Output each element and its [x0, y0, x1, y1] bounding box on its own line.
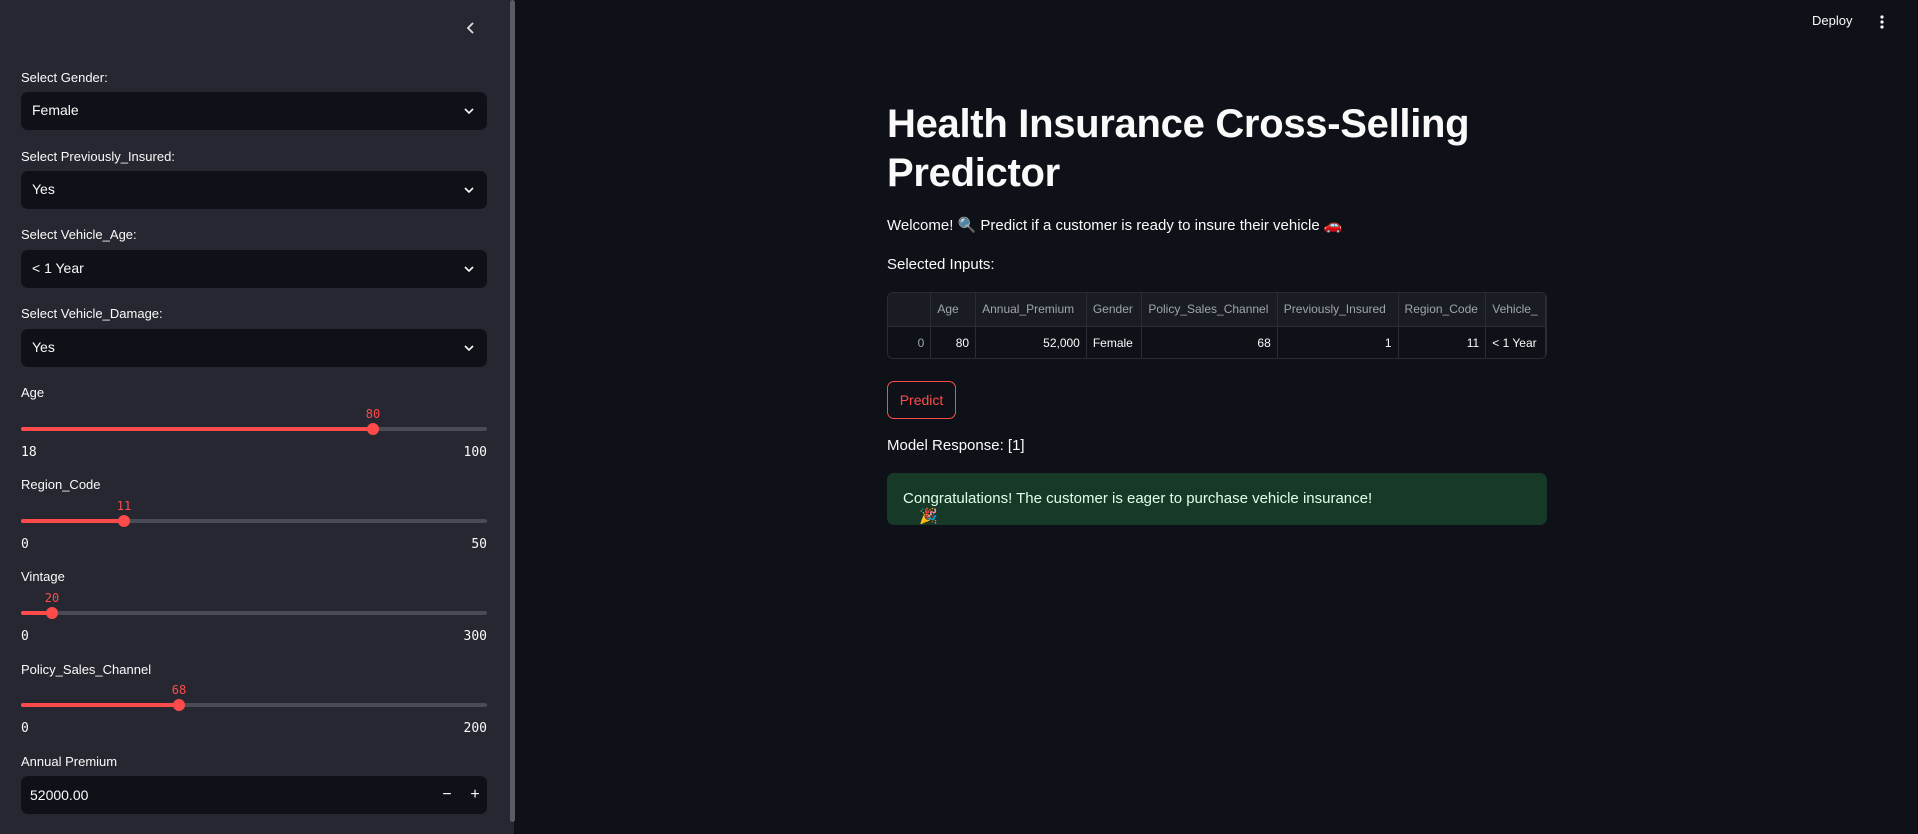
- slider-track: [21, 611, 487, 615]
- column-header[interactable]: Vehicle_: [1485, 293, 1546, 327]
- slider-fill: [21, 519, 124, 523]
- vehicle-age-value: < 1 Year: [32, 260, 84, 276]
- slider-min: 18: [21, 445, 37, 460]
- table-cell: Female: [1086, 326, 1143, 358]
- table-cell: 68: [1141, 326, 1278, 358]
- predict-button[interactable]: Predict: [887, 381, 956, 419]
- slider-thumb[interactable]: [173, 699, 185, 711]
- slider-thumb[interactable]: [118, 515, 130, 527]
- more-options-icon[interactable]: [1877, 14, 1887, 32]
- age-slider[interactable]: 80 18 100: [21, 403, 487, 463]
- chevron-down-icon: [464, 345, 474, 352]
- region-code-slider[interactable]: 11 0 50: [21, 495, 487, 555]
- slider-value: 11: [116, 499, 132, 513]
- annual-premium-field: − +: [21, 776, 487, 814]
- success-message: Congratulations! The customer is eager t…: [903, 490, 1373, 507]
- previously-insured-select[interactable]: Yes: [21, 171, 487, 209]
- table-cell: 0: [888, 326, 932, 358]
- vehicle-age-label: Select Vehicle_Age:: [21, 227, 137, 242]
- annual-premium-label: Annual Premium: [21, 754, 118, 769]
- column-header[interactable]: Gender: [1086, 293, 1143, 327]
- slider-max: 100: [463, 445, 487, 460]
- column-header[interactable]: Age: [930, 293, 977, 327]
- gender-label: Select Gender:: [21, 70, 108, 85]
- slider-min: 0: [21, 629, 29, 644]
- page-title: Health Insurance Cross-Selling Predictor: [887, 102, 1470, 195]
- chevron-down-icon: [464, 187, 474, 194]
- column-header[interactable]: Previously_Insured: [1277, 293, 1399, 327]
- vehicle-damage-value: Yes: [32, 339, 55, 355]
- slider-min: 0: [21, 721, 29, 736]
- previously-insured-value: Yes: [32, 181, 55, 197]
- column-header[interactable]: Region_Code: [1398, 293, 1487, 327]
- table-cell: 11: [1398, 326, 1487, 358]
- slider-thumb[interactable]: [46, 607, 58, 619]
- party-popper-icon: 🎉: [919, 508, 938, 525]
- slider-max: 200: [463, 721, 487, 736]
- column-header[interactable]: Annual_Premium: [975, 293, 1087, 327]
- region-code-label: Region_Code: [21, 477, 101, 492]
- slider-thumb[interactable]: [367, 423, 379, 435]
- success-content: 🎉 Congratulations! The customer is eager …: [903, 490, 1373, 525]
- model-response-text: Model Response: [1]: [887, 437, 1025, 454]
- column-header[interactable]: Policy_Sales_Channel: [1141, 293, 1278, 327]
- slider-max: 50: [471, 537, 487, 552]
- sidebar: Select Gender: Female Select Previously_…: [0, 0, 514, 834]
- slider-value: 68: [171, 683, 187, 697]
- table-cell: 52,000: [975, 326, 1087, 358]
- slider-value: 80: [365, 407, 381, 421]
- success-alert: 🎉 Congratulations! The customer is eager …: [887, 473, 1547, 525]
- slider-fill: [21, 427, 373, 431]
- table-row: 0 80 52,000 Female 68 1 11 < 1 Year: [888, 326, 1546, 358]
- slider-fill: [21, 703, 179, 707]
- table-cell: < 1 Year: [1485, 326, 1546, 358]
- column-header[interactable]: [888, 293, 932, 327]
- chevron-down-icon: [464, 108, 474, 115]
- selected-inputs-heading: Selected Inputs:: [887, 256, 995, 273]
- inputs-dataframe[interactable]: Age Annual_Premium Gender Policy_Sales_C…: [887, 292, 1547, 359]
- slider-value: 20: [44, 591, 60, 605]
- policy-sales-channel-label: Policy_Sales_Channel: [21, 662, 152, 677]
- decrement-button[interactable]: −: [432, 776, 462, 814]
- sidebar-scrollbar[interactable]: [510, 0, 515, 822]
- vehicle-damage-label: Select Vehicle_Damage:: [21, 306, 163, 321]
- age-label: Age: [21, 385, 45, 400]
- previously-insured-label: Select Previously_Insured:: [21, 149, 175, 164]
- increment-button[interactable]: +: [460, 776, 490, 814]
- collapse-sidebar-icon[interactable]: [462, 16, 480, 40]
- vintage-slider[interactable]: 20 0 300: [21, 587, 487, 647]
- vehicle-age-select[interactable]: < 1 Year: [21, 250, 487, 288]
- vintage-label: Vintage: [21, 569, 65, 584]
- annual-premium-input[interactable]: [21, 776, 421, 814]
- policy-sales-channel-slider[interactable]: 68 0 200: [21, 679, 487, 739]
- welcome-text: Welcome! 🔍 Predict if a customer is read…: [887, 217, 1343, 234]
- table-cell: 1: [1277, 326, 1399, 358]
- slider-max: 300: [463, 629, 487, 644]
- slider-min: 0: [21, 537, 29, 552]
- gender-select[interactable]: Female: [21, 92, 487, 130]
- table-cell: 80: [930, 326, 977, 358]
- deploy-button[interactable]: Deploy: [1812, 13, 1852, 28]
- chevron-down-icon: [464, 266, 474, 273]
- gender-value: Female: [32, 102, 79, 118]
- vehicle-damage-select[interactable]: Yes: [21, 329, 487, 367]
